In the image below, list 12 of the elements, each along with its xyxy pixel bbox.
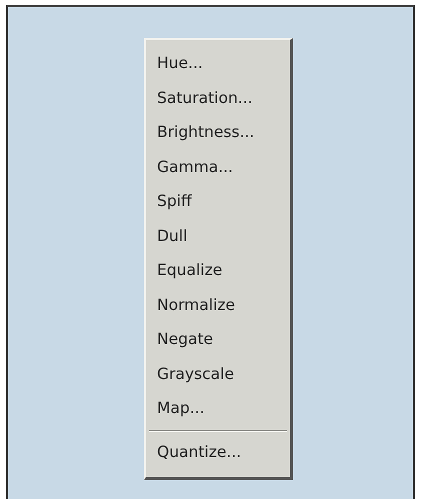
menu-item[interactable]: Quantize... [149, 434, 287, 469]
menu-item[interactable]: Dull [149, 218, 287, 253]
menu-item[interactable]: Equalize [149, 253, 287, 288]
menu-item[interactable]: Gamma... [149, 150, 287, 184]
menu-item[interactable]: Grayscale [149, 356, 287, 391]
menu-item[interactable]: Normalize [149, 288, 287, 322]
menu-item[interactable]: Negate [149, 322, 287, 356]
menu-item[interactable]: Spiff [149, 184, 287, 218]
menu-item[interactable]: Hue... [149, 46, 287, 80]
menu-item[interactable]: Map... [149, 391, 287, 426]
menu-item[interactable]: Brightness... [149, 115, 287, 150]
menu-item[interactable]: Saturation... [149, 80, 287, 115]
